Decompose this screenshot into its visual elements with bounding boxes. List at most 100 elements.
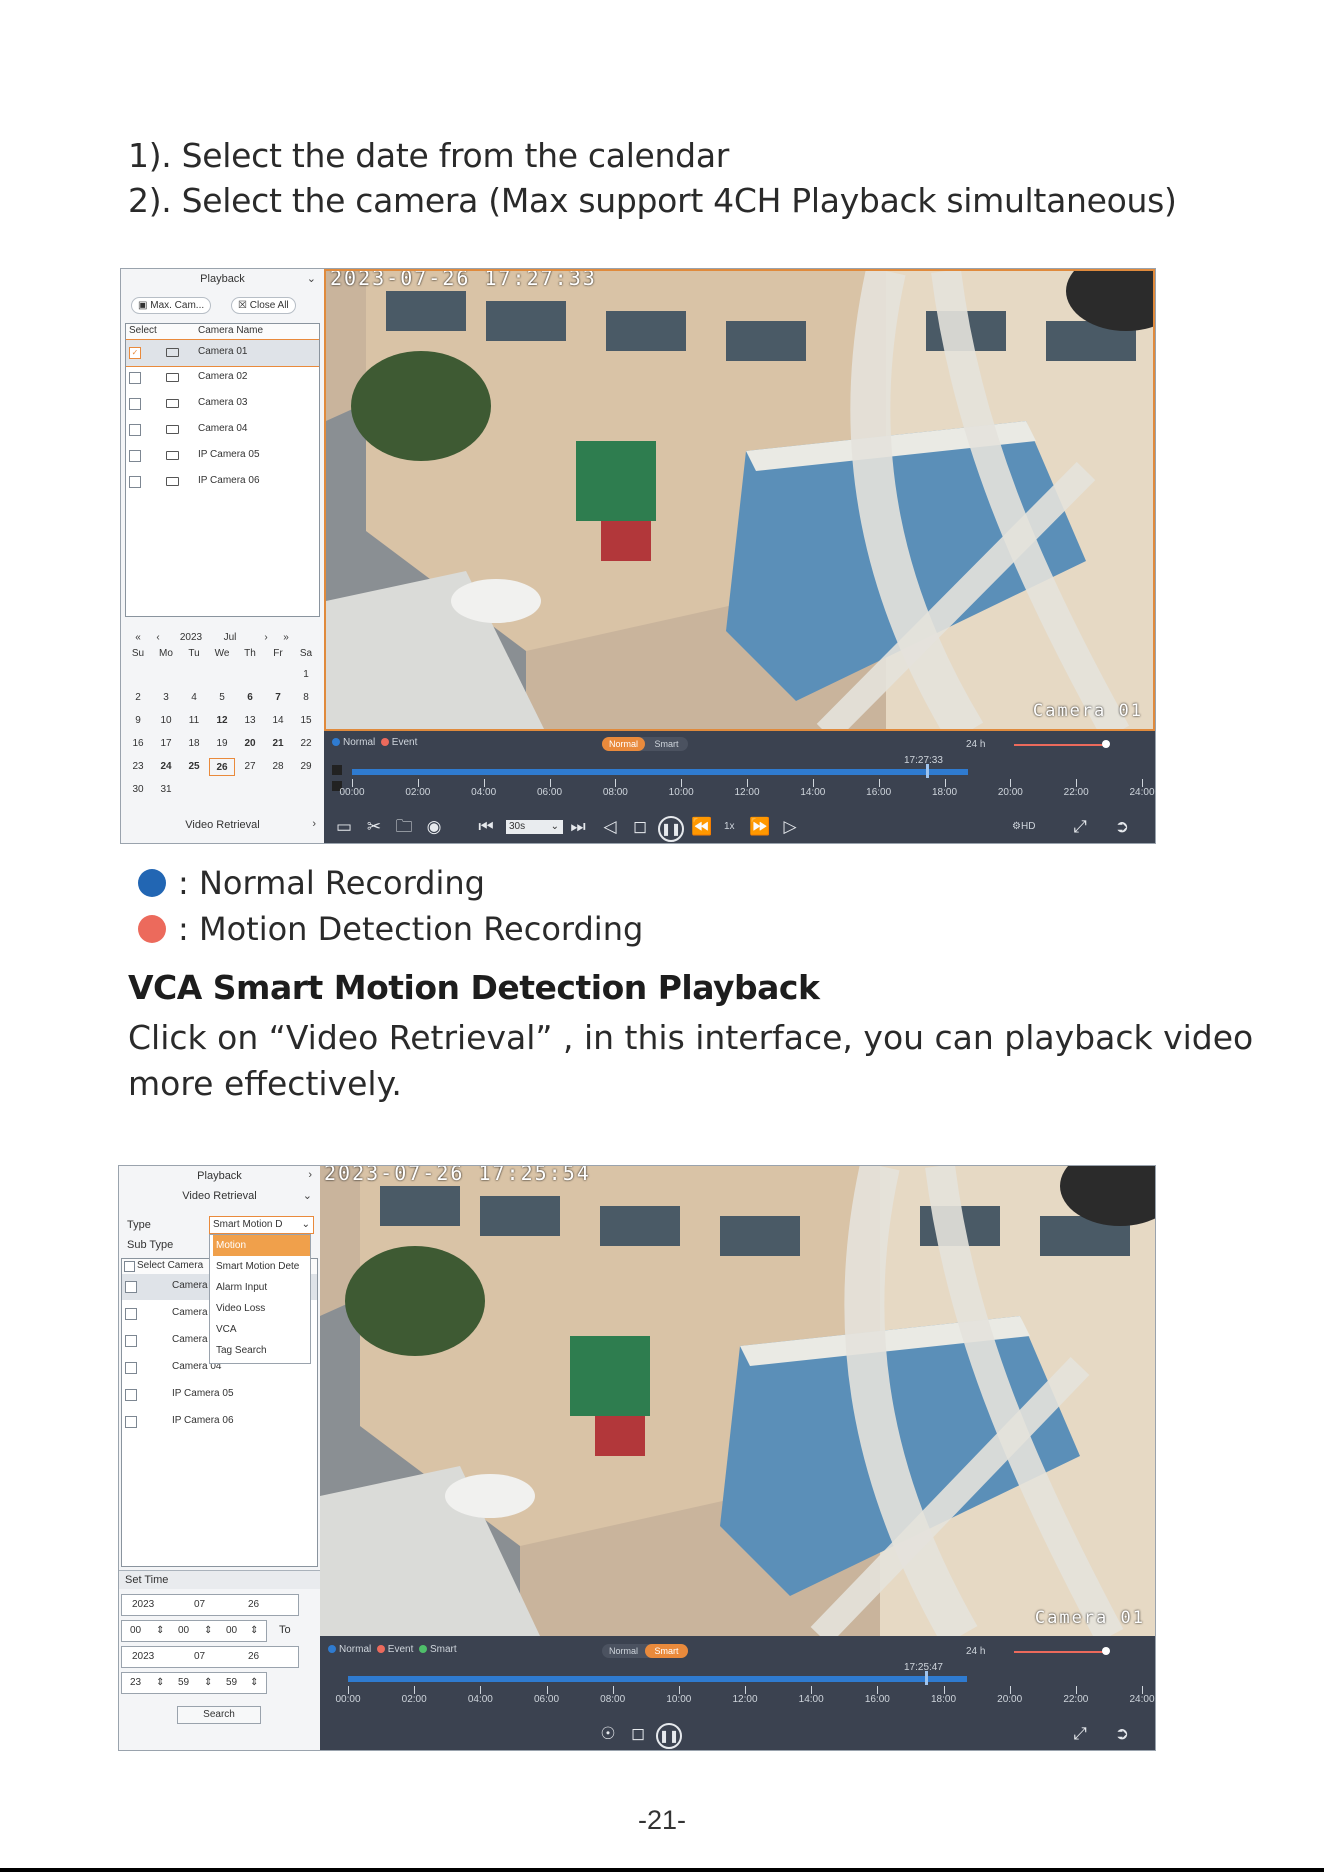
stepper-icon[interactable]: ⇕ (250, 1625, 258, 1636)
dropdown-option[interactable]: VCA (213, 1319, 310, 1340)
calendar-day[interactable]: 18 (181, 735, 207, 753)
mode-toggle[interactable]: Normal Smart (602, 737, 688, 751)
camera-checkbox[interactable] (129, 372, 141, 384)
camera-checkbox[interactable] (129, 450, 141, 462)
recording-bar[interactable] (352, 769, 969, 775)
camera-row[interactable]: Camera 03 (126, 391, 319, 417)
calendar-day[interactable]: 1 (293, 666, 319, 684)
video-view[interactable]: 2023-07-26 17:27:33 Camera 01 (324, 269, 1155, 731)
stop-icon[interactable]: ◻ (626, 1724, 650, 1744)
video-view[interactable]: 2023-07-26 17:25:54 Camera 01 (320, 1166, 1155, 1636)
scissors-icon[interactable]: ✂ (362, 817, 386, 837)
stepper-icon[interactable]: ⇕ (204, 1625, 212, 1636)
end-date-field[interactable]: 2023 07 26 (121, 1646, 299, 1668)
calendar-day[interactable]: 30 (125, 781, 151, 799)
stepper-icon[interactable]: ⇕ (156, 1625, 164, 1636)
calendar-day[interactable]: 31 (153, 781, 179, 799)
mode-smart[interactable]: Smart (645, 737, 688, 751)
calendar-day[interactable]: 2 (125, 689, 151, 707)
camera-checkbox[interactable] (125, 1362, 137, 1374)
smart-search-icon[interactable]: ☉ (596, 1724, 620, 1744)
camera-checkbox[interactable] (125, 1281, 137, 1293)
calendar-day[interactable]: 19 (209, 735, 235, 753)
rewind-icon[interactable]: ⏪ (690, 817, 714, 837)
dropdown-option[interactable]: Smart Motion Dete (213, 1256, 310, 1277)
calendar-day[interactable]: 16 (125, 735, 151, 753)
camera-checkbox[interactable] (129, 476, 141, 488)
dropdown-option[interactable]: Alarm Input (213, 1277, 310, 1298)
close-all-button[interactable]: ☒ Close All (231, 297, 296, 314)
fullscreen-icon[interactable]: ⤢ (1068, 1724, 1092, 1744)
reverse-play-icon[interactable]: ◁ (598, 817, 622, 837)
stop-icon[interactable]: ◻ (628, 817, 652, 837)
camera-row[interactable]: Camera 02 (126, 365, 319, 391)
calendar-day[interactable]: 17 (153, 735, 179, 753)
calendar-day[interactable]: 28 (265, 758, 291, 776)
calendar-day[interactable]: 11 (181, 712, 207, 730)
exit-icon[interactable]: ➲ (1110, 1724, 1134, 1744)
dropdown-option[interactable]: Video Loss (213, 1298, 310, 1319)
end-time-field[interactable]: 23 ⇕ 59 ⇕ 59 ⇕ (121, 1672, 267, 1694)
calendar-day[interactable]: 5 (209, 689, 235, 707)
calendar-day[interactable]: 12 (209, 712, 235, 730)
calendar-day[interactable]: 3 (153, 689, 179, 707)
fast-forward-icon[interactable]: ⏩ (748, 817, 772, 837)
pause-icon[interactable]: ❚❚ (656, 1723, 682, 1749)
camera-checkbox[interactable] (125, 1416, 137, 1428)
interval-select[interactable]: 30s ⌄ (506, 820, 563, 834)
stepper-icon[interactable]: ⇕ (204, 1677, 212, 1688)
calendar-day[interactable]: 24 (153, 758, 179, 776)
stepper-icon[interactable]: ⇕ (250, 1677, 258, 1688)
calendar-day[interactable]: 25 (181, 758, 207, 776)
fullscreen-icon[interactable]: ⤢ (1068, 817, 1092, 837)
start-time-field[interactable]: 00 ⇕ 00 ⇕ 00 ⇕ (121, 1620, 267, 1642)
camera-checkbox[interactable]: ✓ (129, 347, 141, 359)
time-cursor[interactable] (925, 1671, 929, 1685)
zoom-slider-handle[interactable] (1102, 1647, 1110, 1655)
clip-icon[interactable]: ▭ (332, 817, 356, 837)
calendar-day[interactable]: 22 (293, 735, 319, 753)
calendar-day[interactable]: 23 (125, 758, 151, 776)
exit-icon[interactable]: ➲ (1110, 817, 1134, 837)
zoom-slider-handle[interactable] (1102, 740, 1110, 748)
step-forward-icon[interactable]: ▷ (778, 817, 802, 837)
calendar-day[interactable]: 8 (293, 689, 319, 707)
stepper-icon[interactable]: ⇕ (156, 1677, 164, 1688)
mode-normal[interactable]: Normal (602, 737, 645, 751)
camera-checkbox[interactable] (125, 1389, 137, 1401)
chevron-down-icon[interactable]: ⌄ (307, 272, 316, 285)
calendar-day[interactable]: 9 (125, 712, 151, 730)
calendar-day[interactable]: 29 (293, 758, 319, 776)
zoom-slider[interactable] (1014, 744, 1104, 746)
prev-month-icon[interactable]: ‹ (145, 632, 171, 643)
select-all-checkbox[interactable] (124, 1261, 135, 1272)
camera-checkbox[interactable] (129, 424, 141, 436)
dropdown-option[interactable]: Motion (213, 1235, 310, 1256)
playback-link[interactable]: Playback (119, 1170, 320, 1182)
snapshot-icon[interactable]: ◉ (422, 817, 446, 837)
skip-forward-icon[interactable]: ⏭ (566, 817, 590, 837)
start-date-field[interactable]: 2023 07 26 (121, 1594, 299, 1616)
chevron-down-icon[interactable]: ⌄ (303, 1189, 312, 1202)
camera-row[interactable]: IP Camera 06 (122, 1409, 317, 1435)
calendar-day[interactable]: 20 (237, 735, 263, 753)
skip-back-icon[interactable]: ⏮ (474, 817, 498, 837)
calendar-day[interactable]: 14 (265, 712, 291, 730)
recording-bar[interactable] (348, 1676, 968, 1682)
chevron-right-icon[interactable]: › (308, 1169, 312, 1181)
folder-icon[interactable]: 🗀 (392, 817, 416, 837)
time-cursor[interactable] (926, 764, 930, 778)
video-retrieval-link[interactable]: Video Retrieval (121, 819, 324, 831)
calendar-day[interactable]: 15 (293, 712, 319, 730)
camera-checkbox[interactable] (125, 1308, 137, 1320)
dropdown-option[interactable]: Tag Search (213, 1340, 310, 1361)
pause-icon[interactable]: ❚❚ (658, 816, 684, 842)
type-select[interactable]: Smart Motion D ⌄ (209, 1216, 314, 1234)
camera-row[interactable]: IP Camera 06 (126, 469, 319, 495)
camera-row[interactable]: ✓ Camera 01 (126, 339, 319, 367)
camera-checkbox[interactable] (125, 1335, 137, 1347)
camera-row[interactable]: Camera 04 (126, 417, 319, 443)
calendar-day[interactable]: 27 (237, 758, 263, 776)
mode-smart[interactable]: Smart (645, 1644, 688, 1658)
calendar-day[interactable]: 21 (265, 735, 291, 753)
